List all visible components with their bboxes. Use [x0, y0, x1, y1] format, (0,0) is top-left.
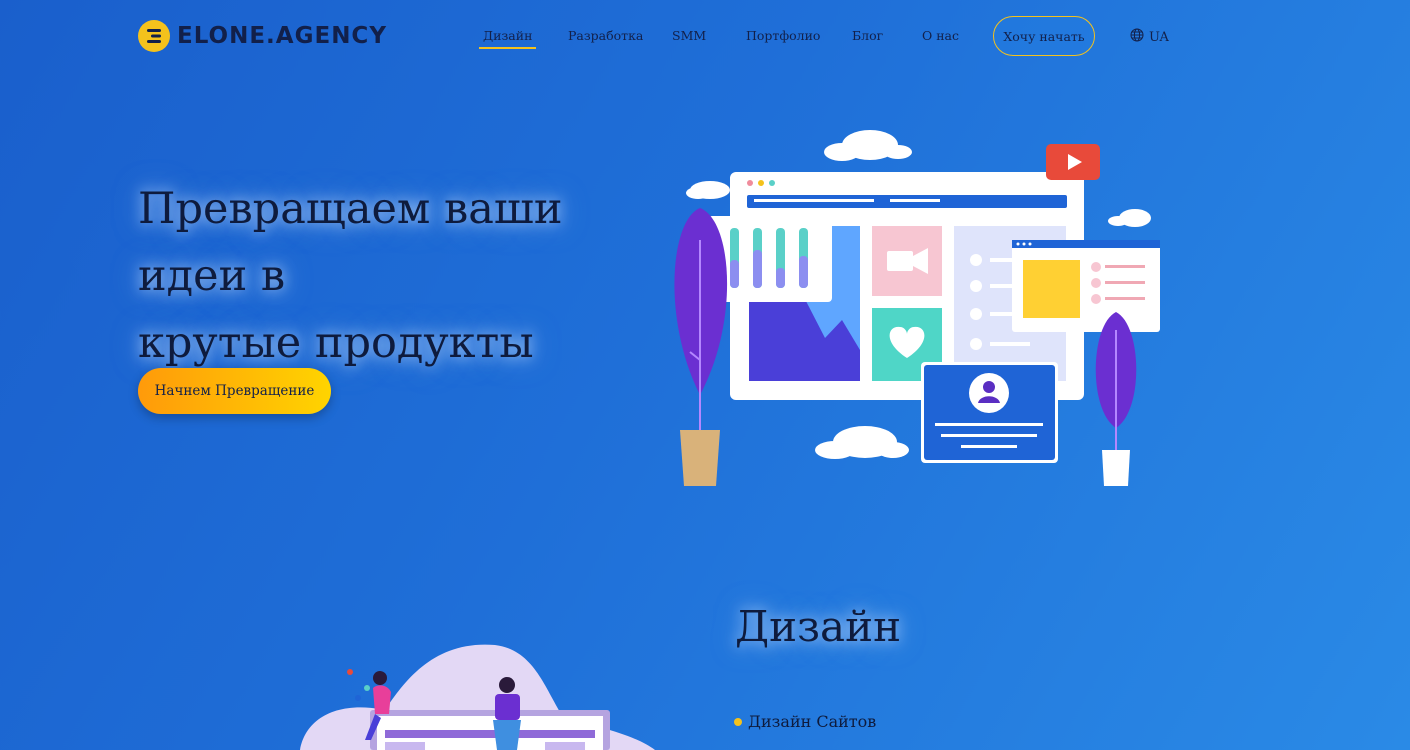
- service-label: Дизайн Сайтов: [748, 712, 877, 731]
- service-item-web-design[interactable]: Дизайн Сайтов: [734, 712, 876, 731]
- language-label: UA: [1149, 29, 1169, 45]
- hero-illustration: [650, 120, 1180, 504]
- globe-icon: [1130, 28, 1144, 46]
- nav-item-development[interactable]: Разработка: [568, 28, 643, 49]
- start-transformation-button[interactable]: Начнем Превращение: [138, 368, 331, 414]
- site-header: ELONE.AGENCY Дизайн Разработка SMM Портф…: [0, 0, 1410, 72]
- section-title: Дизайн: [735, 602, 902, 651]
- nav-item-smm[interactable]: SMM: [672, 28, 706, 49]
- logo[interactable]: ELONE.AGENCY: [138, 20, 387, 52]
- logo-icon: [138, 20, 170, 52]
- start-button[interactable]: Хочу начать: [993, 16, 1095, 56]
- nav-item-portfolio[interactable]: Портфолио: [746, 28, 820, 49]
- brand-name: ELONE.AGENCY: [177, 23, 387, 49]
- nav-item-design[interactable]: Дизайн: [478, 28, 537, 49]
- design-illustration: [295, 640, 655, 750]
- nav-item-about[interactable]: О нас: [922, 28, 959, 49]
- hero-title: Превращаем ваши идеи в крутые продукты: [138, 176, 658, 377]
- language-switcher[interactable]: UA: [1130, 28, 1169, 46]
- hero-title-line2: крутые продукты: [138, 318, 534, 368]
- bullet-icon: [734, 717, 742, 726]
- nav-item-blog[interactable]: Блог: [852, 28, 883, 49]
- hero-title-line1: Превращаем ваши идеи в: [138, 184, 563, 301]
